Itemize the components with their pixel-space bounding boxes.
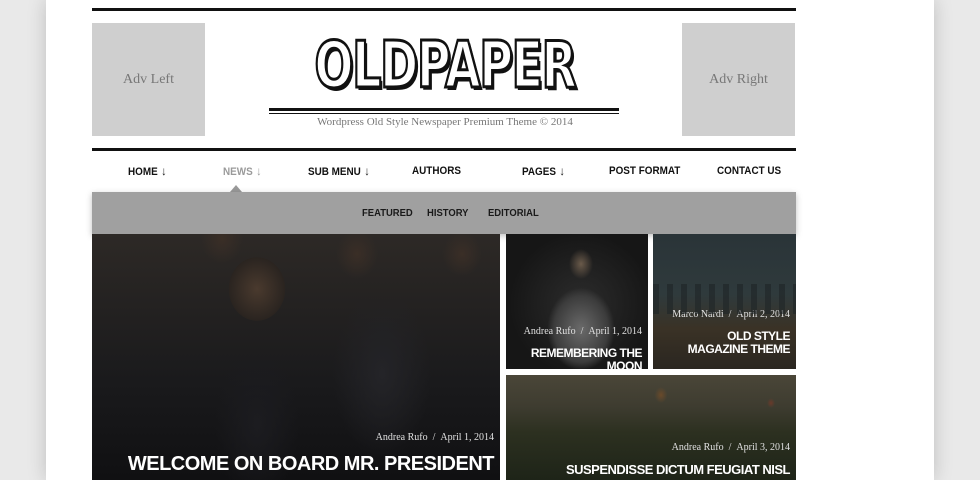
- adv-left-label: Adv Left: [123, 71, 174, 87]
- adv-right-label: Adv Right: [709, 71, 768, 87]
- arrow-down-icon: ↓: [161, 164, 167, 178]
- post-title[interactable]: OLD STYLE MAGAZINE THEME: [670, 330, 791, 355]
- submenu-item-featured[interactable]: FEATURED: [362, 192, 413, 234]
- submenu-caret: [230, 185, 242, 192]
- nav-item-news[interactable]: NEWS ↓: [223, 151, 262, 191]
- post-author[interactable]: Andrea Rufo: [672, 442, 724, 453]
- adv-left-banner[interactable]: Adv Left: [92, 23, 205, 136]
- adv-right-banner[interactable]: Adv Right: [682, 23, 795, 136]
- post-author[interactable]: Marco Nardi: [672, 309, 723, 320]
- post-meta: Andrea Rufo / April 1, 2014: [524, 326, 642, 337]
- nav-item-label: NEWS: [223, 166, 253, 178]
- featured-post-moon[interactable]: Andrea Rufo / April 1, 2014 REMEMBERING …: [506, 234, 648, 369]
- submenu-item-editorial[interactable]: EDITORIAL: [488, 192, 539, 234]
- nav-item-pages[interactable]: PAGES ↓: [522, 151, 565, 191]
- post-date: April 1, 2014: [588, 326, 642, 337]
- featured-post-president[interactable]: Andrea Rufo / April 1, 2014 WELCOME ON B…: [92, 234, 500, 480]
- meta-separator: /: [432, 432, 436, 443]
- nav-item-label: AUTHORS: [412, 165, 461, 177]
- featured-post-suspendisse[interactable]: Andrea Rufo / April 3, 2014 SUSPENDISSE …: [506, 375, 796, 480]
- top-rule: [92, 8, 796, 11]
- nav-item-label: SUB MENU: [308, 166, 361, 178]
- post-author[interactable]: Andrea Rufo: [524, 326, 576, 337]
- arrow-down-icon: ↓: [364, 164, 370, 178]
- featured-post-magazine[interactable]: Marco Nardi / April 2, 2014 OLD STYLE MA…: [653, 234, 796, 369]
- post-date: April 3, 2014: [736, 442, 790, 453]
- nav-item-home[interactable]: HOME ↓: [128, 151, 167, 191]
- post-date: April 2, 2014: [736, 309, 790, 320]
- nav-item-label: CONTACT US: [717, 165, 782, 177]
- logo-underline: [269, 108, 619, 111]
- nav-item-authors[interactable]: AUTHORS: [412, 151, 461, 191]
- site-logo[interactable]: OLDPAPER: [302, 28, 589, 105]
- main-nav: HOME ↓ NEWS ↓ SUB MENU ↓ AUTHORS PAGES ↓ POS…: [92, 151, 796, 191]
- news-submenu: FEATURED HISTORY EDITORIAL: [92, 192, 796, 234]
- nav-item-label: HOME: [128, 166, 158, 178]
- logo-underline-thin: [269, 113, 619, 114]
- submenu-item-history[interactable]: HISTORY: [427, 192, 468, 234]
- post-title[interactable]: WELCOME ON BOARD MR. PRESIDENT: [128, 454, 495, 475]
- meta-separator: /: [580, 326, 584, 337]
- post-author[interactable]: Andrea Rufo: [376, 432, 428, 443]
- post-meta: Andrea Rufo / April 3, 2014: [672, 442, 790, 453]
- post-title[interactable]: SUSPENDISSE DICTUM FEUGIAT NISL: [566, 463, 791, 477]
- arrow-down-icon: ↓: [256, 164, 262, 178]
- site-tagline: Wordpress Old Style Newspaper Premium Th…: [317, 116, 573, 128]
- post-date: April 1, 2014: [440, 432, 494, 443]
- arrow-down-icon: ↓: [559, 164, 565, 178]
- post-meta: Andrea Rufo / April 1, 2014: [376, 432, 494, 443]
- nav-item-post-format[interactable]: POST FORMAT: [609, 151, 680, 191]
- post-title[interactable]: REMEMBERING THE MOON: [506, 347, 643, 369]
- nav-item-label: POST FORMAT: [609, 165, 681, 177]
- nav-item-sub-menu[interactable]: SUB MENU ↓: [308, 151, 370, 191]
- meta-separator: /: [728, 309, 732, 320]
- nav-item-contact-us[interactable]: CONTACT US: [717, 151, 781, 191]
- nav-item-label: PAGES: [522, 166, 556, 178]
- post-meta: Marco Nardi / April 2, 2014: [672, 309, 790, 320]
- meta-separator: /: [728, 442, 732, 453]
